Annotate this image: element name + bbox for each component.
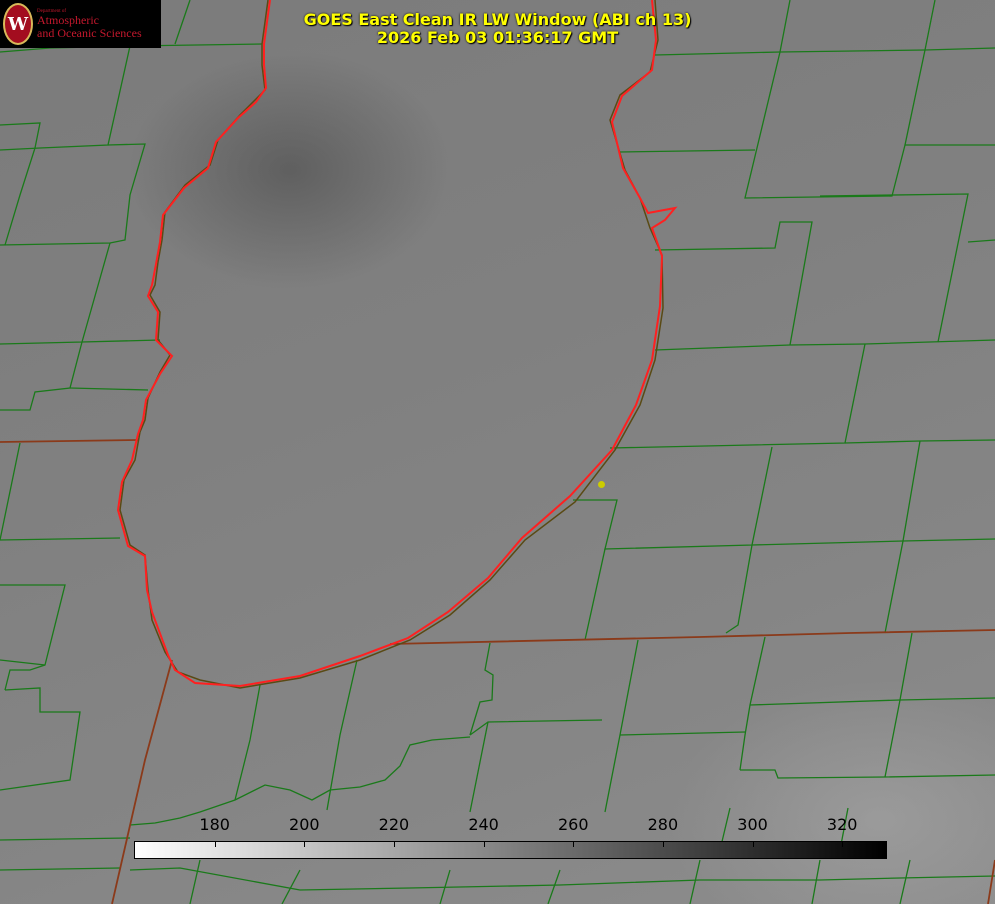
colorbar-tick-label: 220 — [378, 815, 410, 834]
state-line — [0, 439, 139, 443]
county-line — [619, 149, 756, 153]
colorbar-tick-label: 300 — [737, 815, 768, 834]
colorbar-tick-label: 260 — [557, 815, 589, 834]
county-line — [0, 122, 41, 246]
county-line — [0, 45, 131, 151]
county-line — [0, 584, 66, 691]
county-line — [0, 837, 131, 841]
colorbar-tick-label: 200 — [289, 815, 320, 834]
colorbar-tick-label: 180 — [199, 815, 230, 834]
colorbar-tick-labels: 180 200 220 240 260 280 300 320 — [134, 815, 887, 837]
county-line — [967, 239, 995, 243]
satellite-image-map: W Department of Atmospheric and Oceanic … — [0, 0, 995, 904]
county-line — [751, 538, 995, 546]
county-line — [0, 867, 121, 871]
colorbar-tick-mark — [483, 841, 485, 847]
county-line — [0, 659, 46, 666]
county-line — [819, 193, 969, 343]
county-line — [740, 769, 995, 779]
county-line — [609, 343, 866, 449]
colorbar-tick-mark — [393, 841, 395, 847]
county-line — [0, 537, 121, 541]
lake-shoreline — [119, 0, 664, 689]
county-line — [654, 221, 813, 346]
county-line — [69, 387, 149, 391]
county-line — [604, 639, 639, 813]
colorbar-tick-mark — [573, 841, 575, 847]
county-line — [811, 859, 821, 904]
county-line — [0, 143, 146, 246]
state-line — [111, 659, 173, 904]
county-line — [129, 736, 471, 826]
station-marker — [598, 481, 605, 488]
county-lines — [0, 0, 995, 904]
boundary-overlay — [0, 0, 995, 904]
county-line — [739, 636, 766, 771]
colorbar-tick-label: 320 — [826, 815, 858, 834]
county-line — [129, 867, 995, 891]
county-line — [899, 859, 911, 904]
county-line — [619, 731, 746, 736]
colorbar-tick-mark — [842, 841, 844, 847]
county-line — [234, 684, 261, 801]
county-line — [0, 687, 81, 791]
county-line — [725, 544, 753, 634]
state-line — [987, 859, 995, 904]
county-line — [0, 442, 21, 541]
colorbar-tick-label: 280 — [647, 815, 679, 834]
county-line — [884, 632, 913, 778]
county-line — [0, 242, 111, 345]
county-line — [654, 47, 995, 56]
county-line — [469, 721, 489, 813]
state-line — [389, 629, 995, 645]
county-line — [189, 859, 201, 904]
colorbar-tick-label: 240 — [468, 815, 499, 834]
image-title: GOES East Clean IR LW Window (ABI ch 13)… — [0, 11, 995, 47]
colorbar-tick-mark — [662, 841, 664, 847]
county-line — [0, 339, 161, 411]
county-line — [547, 869, 561, 904]
county-line — [749, 697, 995, 706]
county-line — [573, 446, 773, 550]
lake-outline — [116, 0, 678, 688]
county-line — [469, 642, 494, 736]
colorbar-tick-mark — [304, 841, 306, 847]
temperature-colorbar: 180 200 220 240 260 280 300 320 — [134, 815, 887, 860]
colorbar-tick-mark — [752, 841, 754, 847]
colorbar-tick-mark — [214, 841, 216, 847]
county-line — [654, 339, 995, 351]
county-line — [884, 440, 921, 634]
title-timestamp: 2026 Feb 03 01:36:17 GMT — [376, 28, 619, 47]
title-product: GOES East Clean IR LW Window (ABI ch 13) — [303, 10, 692, 29]
colorbar-gradient — [134, 841, 887, 859]
county-line — [689, 859, 701, 904]
county-line — [469, 719, 603, 736]
county-line — [584, 548, 606, 641]
county-line — [904, 49, 926, 146]
